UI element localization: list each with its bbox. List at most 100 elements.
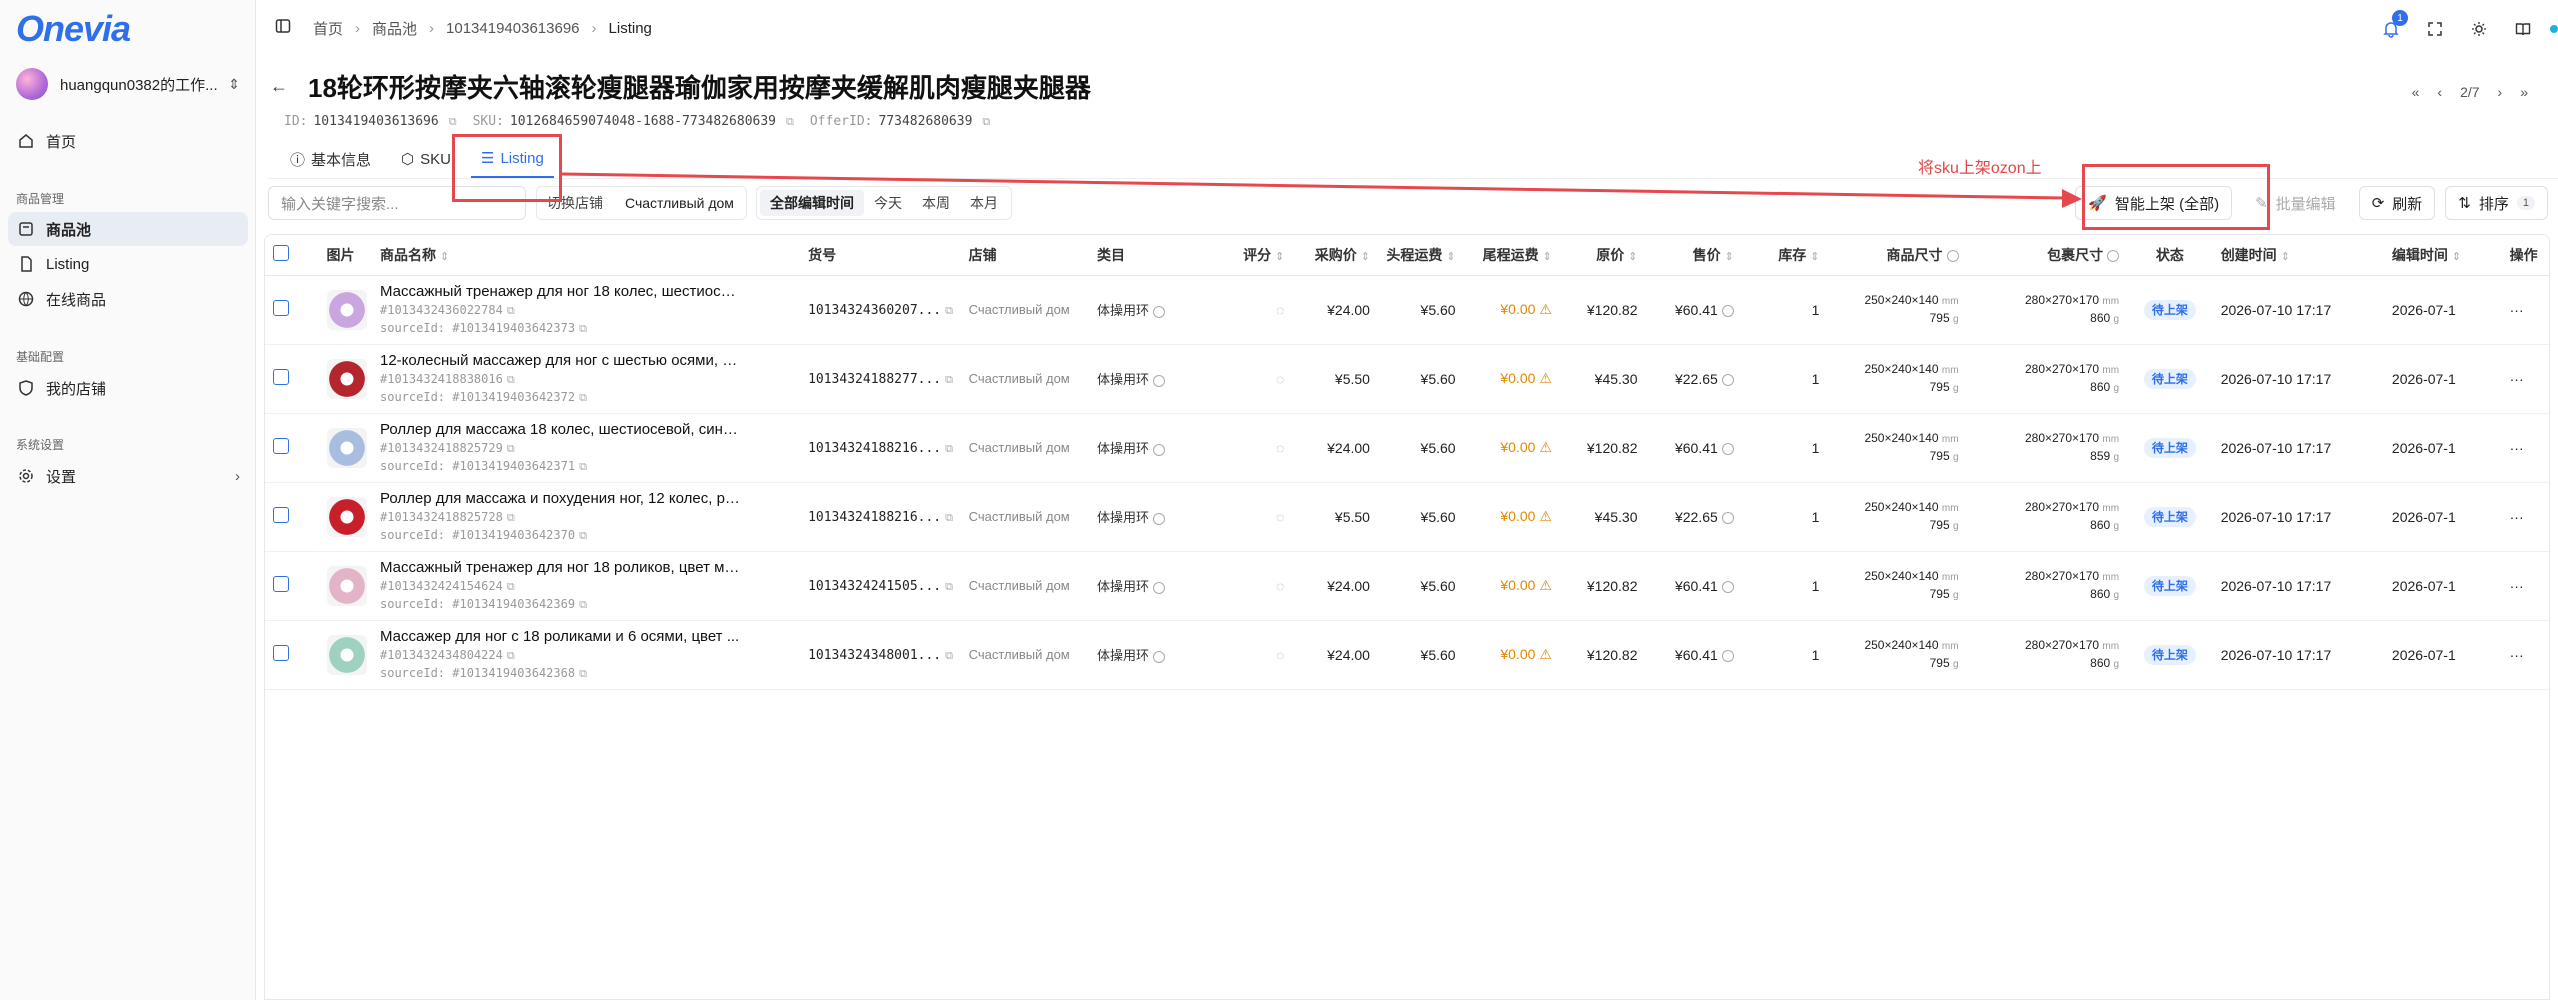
table-row[interactable]: Массажный тренажер для ног 18 роликов, ц… bbox=[265, 551, 2549, 621]
row-more-button[interactable]: ··· bbox=[2501, 344, 2549, 414]
col-edited[interactable]: 编辑时间 ⇕ bbox=[2383, 235, 2502, 276]
row-more-button[interactable]: ··· bbox=[2501, 275, 2549, 345]
checkbox[interactable] bbox=[273, 438, 289, 454]
copy-icon[interactable]: ⧉ bbox=[786, 115, 794, 129]
sidebar-item-home[interactable]: 首页 bbox=[8, 124, 248, 158]
last-page-icon[interactable]: » bbox=[2520, 84, 2528, 100]
copy-icon[interactable]: ⧉ bbox=[507, 442, 515, 455]
table-row[interactable]: Массажер для ног с 18 роликами и 6 осями… bbox=[265, 620, 2549, 690]
row-more-button[interactable]: ··· bbox=[2501, 482, 2549, 552]
col-created[interactable]: 创建时间 ⇕ bbox=[2212, 235, 2384, 276]
sidebar-item-online-goods[interactable]: 在线商品 bbox=[8, 282, 248, 316]
table-row[interactable]: Роллер для массажа 18 колес, шестиосевой… bbox=[265, 413, 2549, 483]
copy-icon[interactable]: ⧉ bbox=[507, 304, 515, 317]
copy-icon[interactable]: ⧉ bbox=[579, 322, 587, 335]
prev-page-icon[interactable]: ‹ bbox=[2437, 84, 2442, 100]
copy-icon[interactable]: ⧉ bbox=[579, 460, 587, 473]
col-stock[interactable]: 库存 ⇕ bbox=[1741, 235, 1828, 276]
copy-icon[interactable]: ⧉ bbox=[982, 115, 990, 129]
checkbox[interactable] bbox=[273, 645, 289, 661]
checkbox[interactable] bbox=[273, 507, 289, 523]
row-select[interactable] bbox=[265, 551, 319, 621]
more-icon[interactable]: ··· bbox=[2510, 647, 2524, 663]
breadcrumb-goods-pool[interactable]: 商品池 bbox=[372, 18, 417, 39]
col-sale-price[interactable]: 售价 ⇕ bbox=[1645, 235, 1742, 276]
copy-icon[interactable]: ⧉ bbox=[507, 580, 515, 593]
copy-icon[interactable]: ⧉ bbox=[945, 512, 953, 524]
notification-button[interactable]: 1 bbox=[2374, 10, 2408, 46]
sidebar-item-goods-pool[interactable]: 商品池 bbox=[8, 212, 248, 246]
docs-button[interactable] bbox=[2506, 12, 2540, 46]
next-page-icon[interactable]: › bbox=[2498, 84, 2503, 100]
more-icon[interactable]: ··· bbox=[2510, 440, 2524, 456]
row-select[interactable] bbox=[265, 620, 319, 690]
checkbox[interactable] bbox=[273, 245, 289, 262]
col-buy-price[interactable]: 采购价 ⇕ bbox=[1292, 235, 1378, 276]
copy-icon[interactable]: ⧉ bbox=[945, 374, 953, 386]
copy-icon[interactable]: ⧉ bbox=[579, 529, 587, 542]
copy-icon[interactable]: ⧉ bbox=[507, 373, 515, 386]
more-icon[interactable]: ··· bbox=[2510, 578, 2524, 594]
checkbox[interactable] bbox=[273, 369, 289, 385]
col-last-shipping[interactable]: 尾程运费 ⇕ bbox=[1463, 235, 1560, 276]
refresh-button[interactable]: ⟳ 刷新 bbox=[2358, 186, 2436, 220]
tab-sku[interactable]: ⬡ SKU bbox=[391, 140, 461, 178]
copy-icon[interactable]: ⧉ bbox=[579, 598, 587, 611]
more-icon[interactable]: ··· bbox=[2510, 509, 2524, 525]
checkbox[interactable] bbox=[273, 576, 289, 592]
row-more-button[interactable]: ··· bbox=[2501, 620, 2549, 690]
copy-icon[interactable]: ⧉ bbox=[579, 667, 587, 680]
theme-button[interactable] bbox=[2462, 12, 2496, 46]
fullscreen-button[interactable] bbox=[2418, 12, 2452, 46]
sidebar-item-settings[interactable]: 设置 › bbox=[8, 459, 248, 493]
time-filter-all[interactable]: 全部编辑时间 bbox=[760, 190, 864, 216]
first-page-icon[interactable]: « bbox=[2412, 84, 2420, 100]
back-arrow-icon[interactable]: ← bbox=[270, 76, 288, 97]
product-name[interactable]: Массажер для ног с 18 роликами и 6 осями… bbox=[380, 628, 740, 645]
col-first-shipping[interactable]: 头程运费 ⇕ bbox=[1377, 235, 1464, 276]
product-name[interactable]: Роллер для массажа 18 колес, шестиосевой… bbox=[380, 421, 740, 438]
sidebar-toggle-icon[interactable] bbox=[275, 18, 291, 39]
checkbox[interactable] bbox=[273, 300, 289, 316]
col-rating[interactable]: 评分 ⇕ bbox=[1217, 235, 1293, 276]
copy-icon[interactable]: ⧉ bbox=[507, 511, 515, 524]
row-select[interactable] bbox=[265, 482, 319, 552]
copy-icon[interactable]: ⧉ bbox=[945, 650, 953, 662]
table-row[interactable]: Роллер для массажа и похудения ног, 12 к… bbox=[265, 482, 2549, 552]
copy-icon[interactable]: ⧉ bbox=[449, 115, 457, 129]
col-original-price[interactable]: 原价 ⇕ bbox=[1559, 235, 1646, 276]
sidebar-item-listing[interactable]: Listing bbox=[8, 247, 248, 281]
breadcrumb-product-id[interactable]: 1013419403613696 bbox=[446, 20, 579, 37]
tab-basic-info[interactable]: ⓘ 基本信息 bbox=[280, 140, 381, 178]
row-more-button[interactable]: ··· bbox=[2501, 413, 2549, 483]
time-filter-month[interactable]: 本月 bbox=[960, 190, 1008, 216]
unit-label: g bbox=[1952, 313, 1959, 325]
product-name[interactable]: Массажный тренажер для ног 18 роликов, ц… bbox=[380, 559, 740, 576]
shop-switcher[interactable]: 切换店铺 Счастливый дом bbox=[536, 186, 747, 220]
time-filter-today[interactable]: 今天 bbox=[864, 190, 912, 216]
product-name[interactable]: Роллер для массажа и похудения ног, 12 к… bbox=[380, 490, 740, 507]
sort-button[interactable]: ⇅ 排序 1 bbox=[2445, 186, 2548, 220]
copy-icon[interactable]: ⧉ bbox=[945, 581, 953, 593]
product-name[interactable]: 12-колесный массажер для ног с шестью ос… bbox=[380, 352, 740, 369]
copy-icon[interactable]: ⧉ bbox=[945, 305, 953, 317]
globe-icon bbox=[16, 289, 36, 309]
sidebar-item-my-shop[interactable]: 我的店铺 bbox=[8, 371, 248, 405]
more-icon[interactable]: ··· bbox=[2510, 302, 2524, 318]
row-select[interactable] bbox=[265, 344, 319, 414]
select-all[interactable] bbox=[265, 235, 319, 276]
more-icon[interactable]: ··· bbox=[2510, 371, 2524, 387]
table-row[interactable]: Массажный тренажер для ног 18 колес, шес… bbox=[265, 275, 2549, 345]
copy-icon[interactable]: ⧉ bbox=[945, 443, 953, 455]
copy-icon[interactable]: ⧉ bbox=[579, 391, 587, 404]
row-select[interactable] bbox=[265, 413, 319, 483]
row-more-button[interactable]: ··· bbox=[2501, 551, 2549, 621]
copy-icon[interactable]: ⧉ bbox=[507, 649, 515, 662]
col-name[interactable]: 商品名称 ⇕ bbox=[372, 235, 801, 276]
table-row[interactable]: 12-колесный массажер для ног с шестью ос… bbox=[265, 344, 2549, 414]
workspace-switcher[interactable]: huangqun0382的工作... ⇕ bbox=[8, 64, 248, 104]
breadcrumb-home[interactable]: 首页 bbox=[313, 18, 343, 39]
product-name[interactable]: Массажный тренажер для ног 18 колес, шес… bbox=[380, 283, 740, 300]
row-select[interactable] bbox=[265, 275, 319, 345]
time-filter-week[interactable]: 本周 bbox=[912, 190, 960, 216]
